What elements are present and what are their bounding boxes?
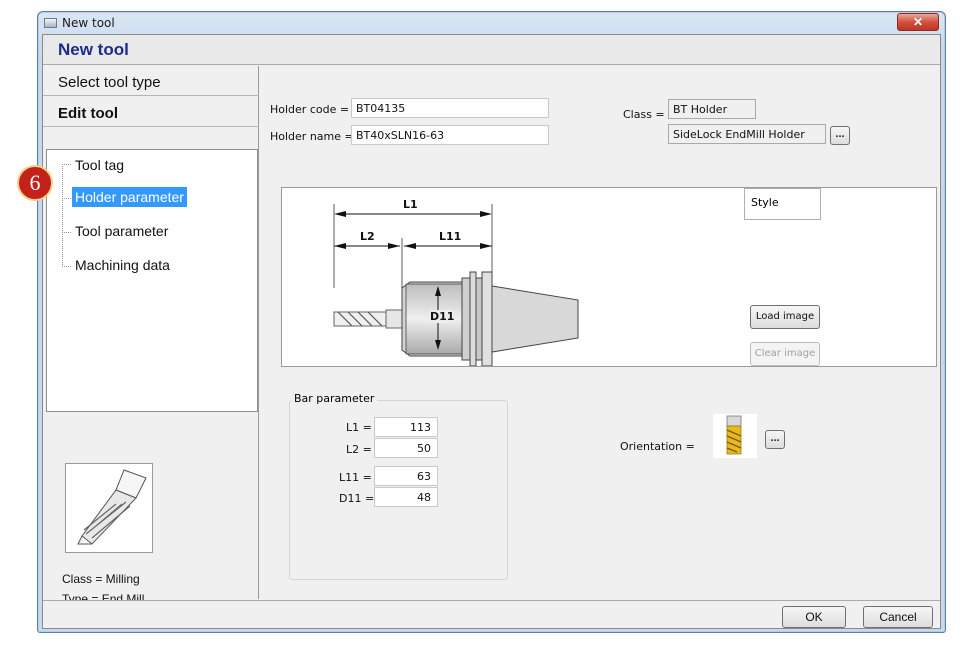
tree-connector <box>62 232 71 233</box>
l11-label: L11 = <box>339 471 372 484</box>
app-icon <box>44 18 57 28</box>
holder-image-frame: L1 L2 L11 D11 Style Load image Clear ima… <box>281 187 937 367</box>
tree-item-tool-parameter[interactable]: Tool parameter <box>72 221 171 241</box>
tool-class-info: Class = Milling <box>62 572 140 586</box>
header-bar: New tool <box>43 35 940 65</box>
l1-label: L1 = <box>346 421 372 434</box>
window-title: New tool <box>62 16 115 30</box>
step-label: Select tool type <box>58 74 161 91</box>
orientation-label: Orientation = <box>620 440 695 453</box>
cancel-button[interactable]: Cancel <box>863 606 933 628</box>
class-field[interactable]: BT Holder <box>668 99 756 119</box>
close-button[interactable]: ✕ <box>897 13 939 31</box>
tree-item-machining-data[interactable]: Machining data <box>72 255 173 275</box>
close-icon: ✕ <box>912 15 924 29</box>
dialog-footer: OK Cancel <box>43 600 940 628</box>
ok-button[interactable]: OK <box>782 606 846 628</box>
bar-parameter-title: Bar parameter <box>291 392 378 405</box>
clear-image-button[interactable]: Clear image <box>750 342 820 366</box>
tree-item-tool-tag[interactable]: Tool tag <box>72 155 127 175</box>
holder-code-field[interactable]: BT04135 <box>351 98 549 118</box>
step-edit-tool[interactable]: Edit tool <box>43 97 259 127</box>
subclass-field[interactable]: SideLock EndMill Holder <box>668 124 826 144</box>
left-panel: Select tool type Edit tool Tool tag Hold… <box>43 66 259 606</box>
holder-diagram <box>333 204 579 366</box>
tool-preview <box>65 463 153 553</box>
style-label: Style <box>751 196 779 209</box>
d11-field[interactable]: 48 <box>374 487 438 507</box>
orientation-browse-button[interactable]: ... <box>765 430 785 449</box>
edit-tool-tree: Tool tag Holder parameter Tool parameter… <box>46 149 258 412</box>
step-number-badge: 6 <box>17 165 53 201</box>
dialog-client: New tool Select tool type Edit tool Tool… <box>17 34 941 629</box>
tree-connector <box>62 266 71 267</box>
l2-field[interactable]: 50 <box>374 438 438 458</box>
class-browse-button[interactable]: ... <box>830 126 850 145</box>
drill-orientation-icon <box>726 415 742 455</box>
tree-connector <box>62 198 71 199</box>
new-tool-window: New tool ✕ New tool Select tool type Edi… <box>17 11 946 633</box>
l2-label: L2 = <box>346 443 372 456</box>
holder-name-label: Holder name = <box>270 130 354 143</box>
tree-connector <box>62 164 71 165</box>
dim-l11-label: L11 <box>439 230 462 243</box>
style-box[interactable]: Style <box>744 188 821 220</box>
holder-name-field[interactable]: BT40xSLN16-63 <box>351 125 549 145</box>
load-image-button[interactable]: Load image <box>750 305 820 329</box>
orientation-image <box>713 414 757 458</box>
dim-l2-label: L2 <box>360 230 375 243</box>
l1-field[interactable]: 113 <box>374 417 438 437</box>
d11-label: D11 = <box>339 492 375 505</box>
l11-field[interactable]: 63 <box>374 466 438 486</box>
step-select-tool-type[interactable]: Select tool type <box>43 66 259 96</box>
holder-code-label: Holder code = <box>270 103 350 116</box>
dim-d11-label: D11 <box>430 310 455 323</box>
holder-parameter-panel: Holder code = BT04135 Holder name = BT40… <box>260 66 940 599</box>
class-label: Class = <box>623 108 665 121</box>
page-title: New tool <box>58 40 129 59</box>
dim-l1-label: L1 <box>403 198 418 211</box>
step-label: Edit tool <box>58 105 118 122</box>
bar-parameter-group: Bar parameter L1 = 113 L2 = 50 L11 = 63 … <box>289 392 508 580</box>
title-bar[interactable]: New tool ✕ <box>38 12 945 34</box>
end-mill-icon <box>77 469 147 545</box>
tree-connector <box>62 164 63 267</box>
tree-item-holder-parameter[interactable]: Holder parameter <box>72 187 187 207</box>
